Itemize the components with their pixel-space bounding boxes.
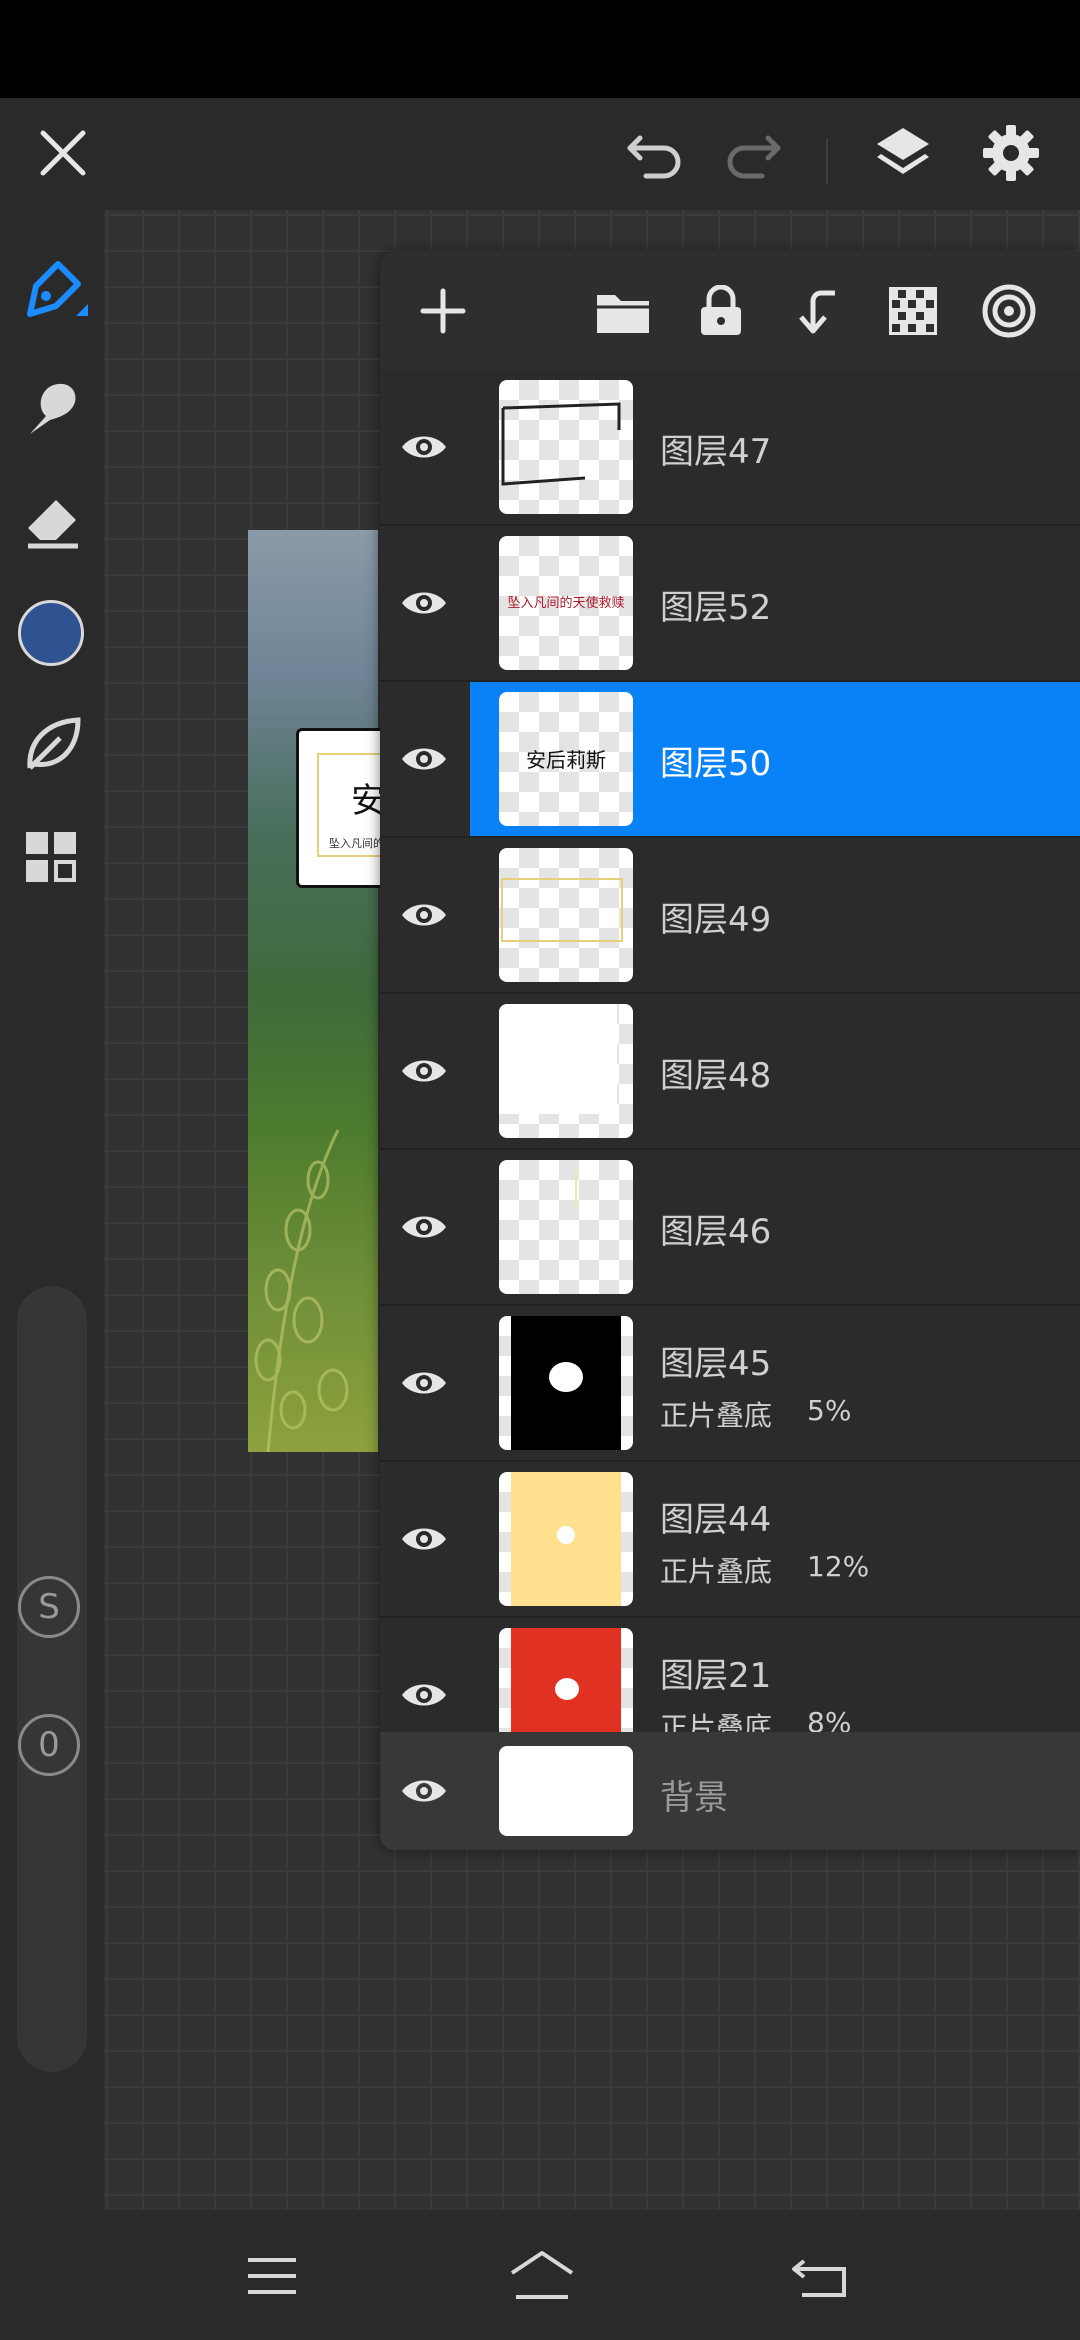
- layer-row[interactable]: 图层21 正片叠底 8%: [380, 1618, 1080, 1732]
- leaf-icon[interactable]: [14, 706, 90, 782]
- layer-name: 图层52: [660, 588, 772, 628]
- layers-icon[interactable]: [870, 118, 936, 190]
- layer-name: 背景: [660, 1778, 728, 1818]
- clipping-icon[interactable]: [978, 280, 1040, 342]
- layer-thumbnail: 安后莉斯: [499, 692, 633, 826]
- menu-icon[interactable]: [232, 2246, 312, 2306]
- brush-size-slider[interactable]: [17, 1286, 87, 2072]
- layer-blend-mode: 正片叠底: [660, 1711, 773, 1732]
- size-button[interactable]: S: [18, 1576, 80, 1638]
- layer-row[interactable]: 图层49: [380, 838, 1080, 994]
- layer-name: 图层48: [660, 1056, 772, 1096]
- eye-icon[interactable]: [380, 526, 468, 680]
- folder-icon[interactable]: [592, 280, 654, 342]
- add-layer-icon[interactable]: [412, 280, 474, 342]
- size-label: S: [38, 1587, 60, 1627]
- status-bar: [0, 0, 1080, 98]
- eye-icon[interactable]: [380, 994, 468, 1148]
- layer-thumbnail: [499, 1316, 633, 1450]
- layer-name: 图层45: [660, 1344, 772, 1384]
- thumbnail-spot: [549, 1362, 583, 1392]
- layer-thumbnail: [499, 848, 633, 982]
- artwork-subtitle: 坠入凡间的: [329, 837, 384, 850]
- back-icon[interactable]: [780, 2246, 860, 2306]
- layer-blend-mode: 正片叠底: [660, 1399, 773, 1432]
- eye-icon[interactable]: [380, 1306, 468, 1460]
- redo-icon[interactable]: [718, 122, 788, 188]
- home-icon[interactable]: [500, 2244, 584, 2306]
- close-icon[interactable]: [30, 120, 96, 186]
- pen-icon[interactable]: [14, 254, 90, 330]
- layer-thumbnail: [499, 1746, 633, 1836]
- layer-row[interactable]: 图层47: [380, 370, 1080, 526]
- layer-row[interactable]: 图层48: [380, 994, 1080, 1150]
- eye-icon[interactable]: [380, 1732, 468, 1850]
- merge-down-icon[interactable]: [786, 280, 848, 342]
- layer-name: 图层44: [660, 1500, 772, 1540]
- layer-thumbnail-text: 坠入凡间的天使救赎: [507, 596, 625, 611]
- layer-list[interactable]: 图层47 坠入凡间的天使救赎 图层52 安后莉斯 图层50 图层49 图层48 …: [380, 370, 1080, 1732]
- layer-blend-mode: 正片叠底: [660, 1555, 773, 1588]
- layer-thumbnail: [499, 1004, 633, 1138]
- layer-name: 图层50: [660, 744, 772, 784]
- eraser-icon[interactable]: [14, 482, 90, 558]
- layer-name: 图层21: [660, 1656, 772, 1696]
- transparency-icon[interactable]: [882, 280, 944, 342]
- layer-row-selected[interactable]: 安后莉斯 图层50: [380, 682, 1080, 838]
- layer-name: 图层46: [660, 1212, 772, 1252]
- eye-icon[interactable]: [380, 838, 468, 992]
- artwork-canvas[interactable]: [248, 530, 378, 1452]
- undo-icon[interactable]: [620, 122, 690, 188]
- layer-thumbnail: 坠入凡间的天使救赎: [499, 536, 633, 670]
- thumbnail-frame: [501, 878, 623, 942]
- top-toolbar: [0, 98, 1080, 210]
- layer-thumbnail: [499, 1628, 633, 1732]
- lock-icon[interactable]: [690, 280, 752, 342]
- layer-thumbnail: [499, 1472, 633, 1606]
- artwork-title-card: 安 坠入凡间的: [296, 728, 385, 888]
- layer-opacity: 5%: [807, 1394, 852, 1427]
- color-swatch[interactable]: [18, 600, 84, 666]
- opacity-button[interactable]: 0: [18, 1714, 80, 1776]
- layer-row[interactable]: 图层44 正片叠底 12%: [380, 1462, 1080, 1618]
- layer-thumbnail: [499, 380, 633, 514]
- gear-icon[interactable]: [978, 120, 1044, 186]
- layer-thumbnail-text: 安后莉斯: [526, 748, 606, 772]
- layer-opacity: 12%: [807, 1550, 870, 1583]
- layers-toolbar: [380, 252, 1080, 372]
- eye-icon[interactable]: [380, 1462, 468, 1616]
- layer-row[interactable]: 图层46: [380, 1150, 1080, 1306]
- eye-icon[interactable]: [380, 370, 468, 524]
- toolbar-divider: [826, 138, 828, 184]
- background-layer-row[interactable]: 背景: [380, 1732, 1080, 1850]
- layers-panel: 图层47 坠入凡间的天使救赎 图层52 安后莉斯 图层50 图层49 图层48 …: [380, 252, 1080, 1850]
- eye-icon[interactable]: [380, 1150, 468, 1304]
- thumbnail-spot: [555, 1678, 579, 1700]
- opacity-label: 0: [38, 1725, 60, 1765]
- system-nav-bar: [0, 2210, 1080, 2340]
- smudge-icon[interactable]: [14, 370, 90, 446]
- layer-thumbnail: [499, 1160, 633, 1294]
- layer-row[interactable]: 坠入凡间的天使救赎 图层52: [380, 526, 1080, 682]
- thumbnail-fill: [499, 1004, 617, 1114]
- layer-name: 图层47: [660, 432, 772, 472]
- thumbnail-spot: [557, 1526, 575, 1544]
- layer-opacity: 8%: [807, 1706, 852, 1732]
- eye-icon[interactable]: [380, 682, 468, 836]
- layer-row[interactable]: 图层45 正片叠底 5%: [380, 1306, 1080, 1462]
- eye-icon[interactable]: [380, 1618, 468, 1732]
- grid-icon[interactable]: [14, 820, 90, 896]
- thumbnail-stroke: [575, 1170, 577, 1210]
- layer-name: 图层49: [660, 900, 772, 940]
